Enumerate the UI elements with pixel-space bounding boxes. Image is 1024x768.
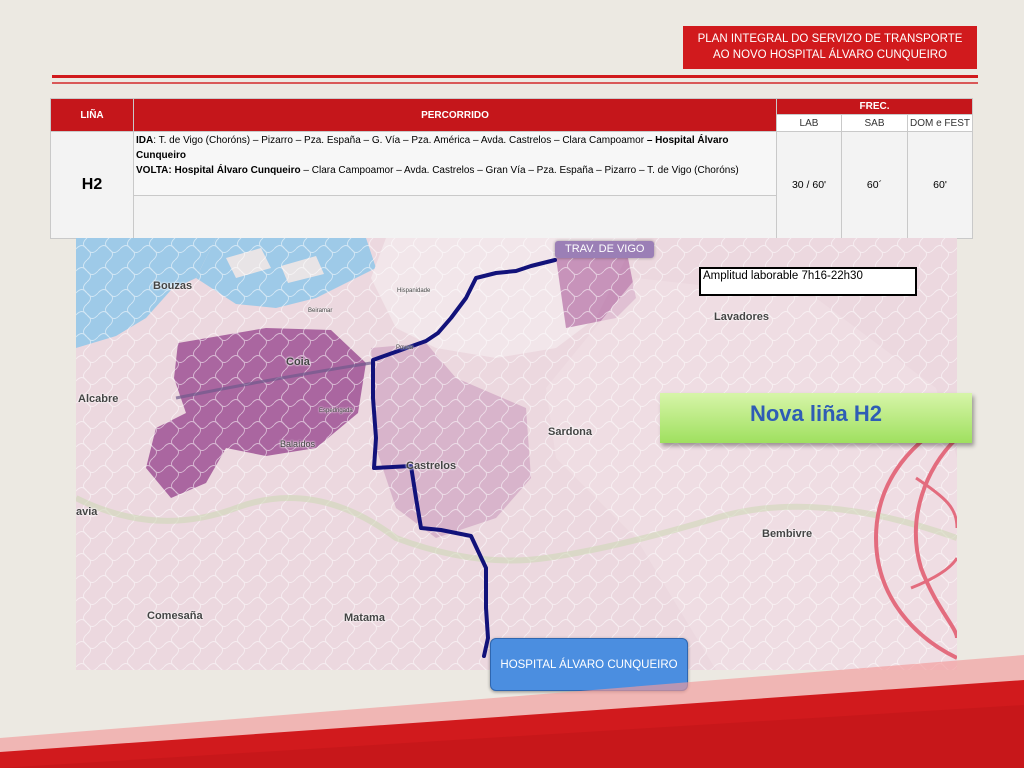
map-label-hispanidade: Hispanidade xyxy=(397,288,431,294)
header-divider-thin xyxy=(52,82,978,84)
map-label-povoa: Povoa xyxy=(396,345,414,351)
line-code: H2 xyxy=(50,131,134,239)
map-label-sardona: Sardona xyxy=(548,426,593,438)
col-header-freq: FREC. xyxy=(776,98,973,115)
map-label-matama: Matama xyxy=(344,612,385,624)
map-label-alcabre: Alcabre xyxy=(78,393,119,405)
route-table: LIÑA PERCORRIDO FREC. LAB SAB DOM e FEST… xyxy=(50,98,973,239)
end-stop-callout: HOSPITAL ÁLVARO CUNQUEIRO xyxy=(490,638,688,691)
col-header-route: PERCORRIDO xyxy=(133,98,777,132)
col-header-line: LIÑA xyxy=(50,98,134,132)
ida-stops: : T. de Vigo (Choróns) – Pizarro – Pza. … xyxy=(153,135,647,146)
new-line-banner: Nova liña H2 xyxy=(660,393,972,443)
map-canvas xyxy=(76,238,957,670)
table-row: H2 IDA: T. de Vigo (Choróns) – Pizarro –… xyxy=(50,131,973,239)
map-label-lavadores: Lavadores xyxy=(714,311,770,323)
route-description: IDA: T. de Vigo (Choróns) – Pizarro – Pz… xyxy=(133,131,777,196)
col-header-lab: LAB xyxy=(776,114,842,132)
freq-sab-value: 60´ xyxy=(841,131,908,239)
freq-dom-value: 60' xyxy=(907,131,973,239)
map-label-castrelos: Castrelos xyxy=(406,460,457,472)
route-blank-cell xyxy=(133,195,777,239)
map-label-coia: Coia xyxy=(286,356,310,368)
col-header-sab: SAB xyxy=(841,114,908,132)
map-label-bouzas: Bouzas xyxy=(153,280,193,292)
map-label-avia: avia xyxy=(76,506,98,518)
plan-title-line1: PLAN INTEGRAL DO SERVIZO DE TRANSPORTE xyxy=(697,33,963,45)
map-label-beiramar: Beiramar xyxy=(308,308,333,314)
col-header-dom: DOM e FEST xyxy=(907,114,973,132)
route-return: VOLTA: Hospital Álvaro Cunqueiro – Clara… xyxy=(136,163,774,178)
service-hours-box: Amplitud laborable 7h16-22h30 xyxy=(699,267,917,296)
start-stop-callout: TRAV. DE VIGO xyxy=(555,241,655,258)
plan-title-box: PLAN INTEGRAL DO SERVIZO DE TRANSPORTE A… xyxy=(683,26,977,69)
volta-stops: – Clara Campoamor – Avda. Castrelos – Gr… xyxy=(300,165,739,176)
map-label-espedrigada: Espedrigada xyxy=(319,408,353,414)
map-label-comesana: Comesaña xyxy=(147,610,203,622)
header-divider xyxy=(52,75,978,78)
map-label-balaidos: Balaídos xyxy=(280,439,316,449)
plan-title-line2: AO NOVO HOSPITAL ÁLVARO CUNQUEIRO xyxy=(712,49,948,61)
route-outbound: IDA: T. de Vigo (Choróns) – Pizarro – Pz… xyxy=(136,133,774,163)
ida-label: IDA xyxy=(136,135,154,146)
map-label-bembivre: Bembivre xyxy=(762,528,813,540)
volta-label: VOLTA: Hospital Álvaro Cunqueiro xyxy=(136,165,301,176)
route-map[interactable]: Bouzas Coia Alcabre Balaídos Castrelos S… xyxy=(76,238,957,670)
freq-lab-value: 30 / 60' xyxy=(776,131,842,239)
